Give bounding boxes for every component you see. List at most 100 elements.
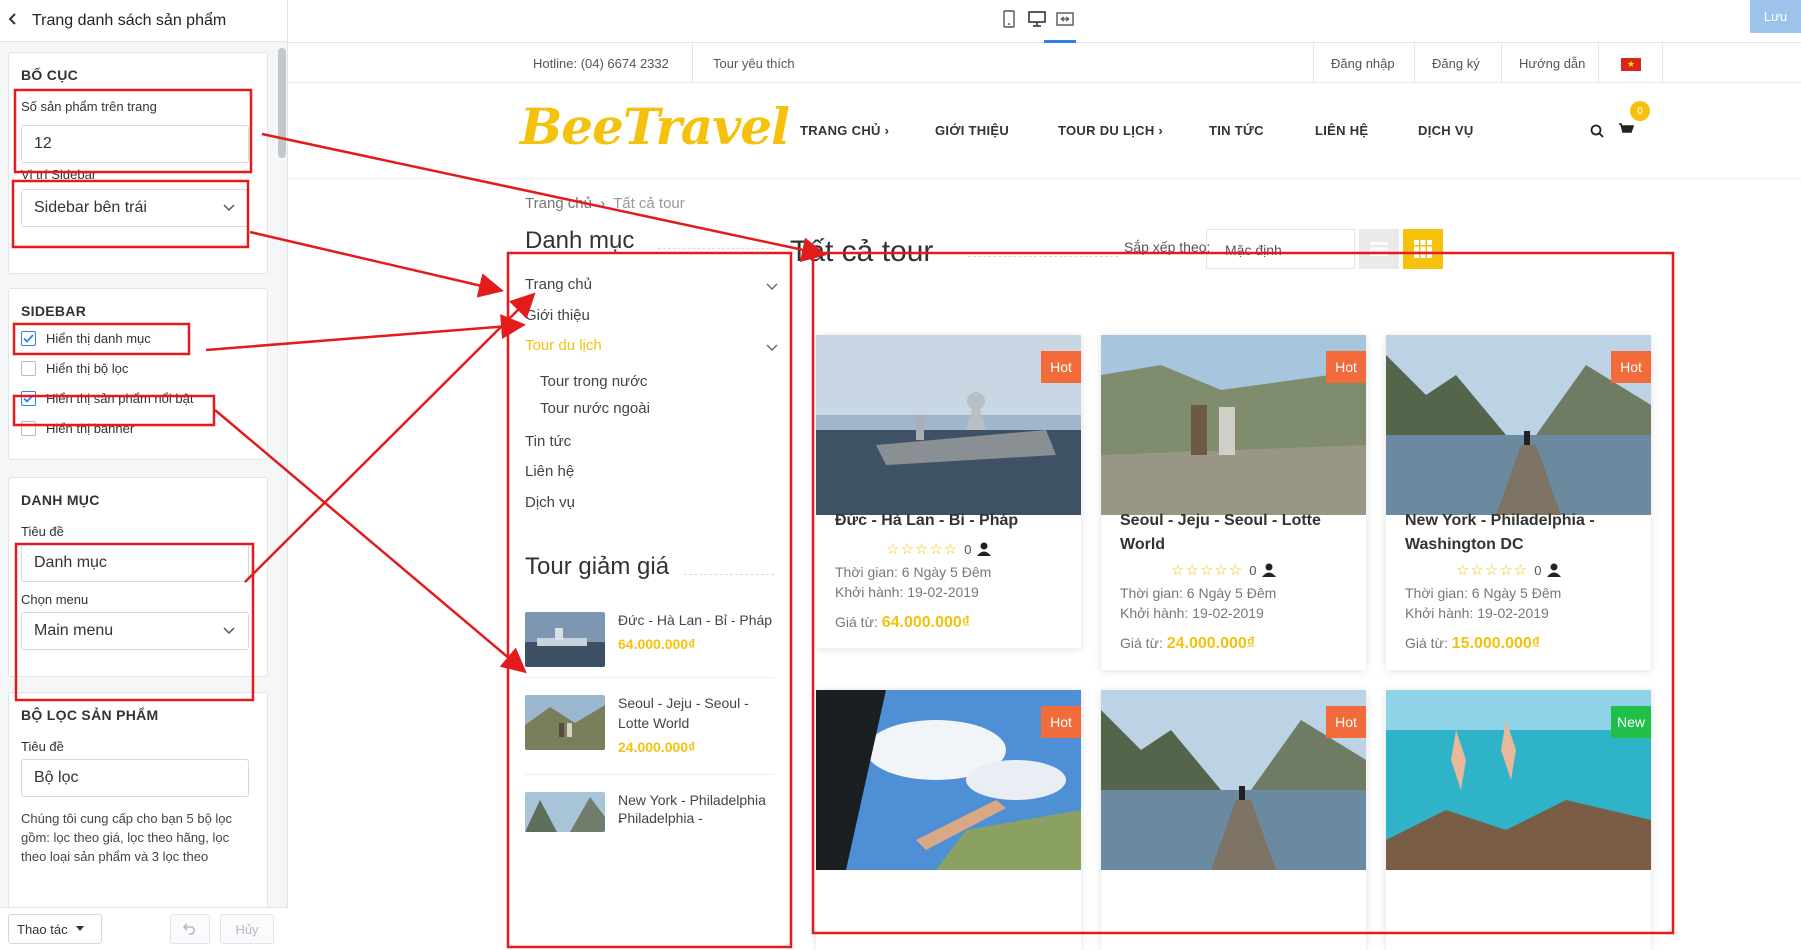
vietnam-flag-icon[interactable]: ★ xyxy=(1621,58,1641,71)
chevron-down-icon xyxy=(222,200,236,214)
departure-value: 19-02-2019 xyxy=(907,584,979,600)
fullscreen-icon[interactable] xyxy=(1054,8,1076,30)
layout-section-title: BỐ CỤC xyxy=(21,67,79,83)
undo-button[interactable] xyxy=(170,914,210,944)
sidebar-position-select[interactable]: Sidebar bên trái xyxy=(21,189,249,227)
divider xyxy=(1414,43,1415,83)
tour-card[interactable]: New xyxy=(1386,690,1651,950)
back-arrow-icon[interactable] xyxy=(6,10,32,31)
promo-price: 64.000.000₫ xyxy=(618,636,696,652)
tour-duration: Thời gian: 6 Ngày 5 Đêm xyxy=(835,564,991,580)
promo-title: Tour giảm giá xyxy=(525,553,670,580)
panel-scrollbar[interactable] xyxy=(278,48,286,158)
promo-price: 24.000.000₫ xyxy=(618,739,696,755)
show-featured-checkbox[interactable] xyxy=(21,391,36,406)
search-icon[interactable] xyxy=(1590,124,1604,138)
menu-item-tours[interactable]: Tour du lịch xyxy=(525,337,602,354)
tour-title[interactable]: Đức - Hà Lan - Bỉ - Pháp xyxy=(835,509,1065,533)
grid-view-button[interactable] xyxy=(1403,229,1443,269)
duration-label: Thời gian: xyxy=(835,564,898,580)
user-icon xyxy=(977,542,992,556)
show-banner-option[interactable]: Hiển thị banner xyxy=(21,421,134,436)
promo-thumbnail[interactable] xyxy=(525,792,605,832)
header-divider xyxy=(288,178,1801,179)
category-menu-select[interactable]: Main menu xyxy=(21,612,249,650)
duration-label: Thời gian: xyxy=(1405,585,1468,601)
mobile-icon[interactable] xyxy=(998,8,1020,30)
show-category-option[interactable]: Hiển thị danh mục xyxy=(21,331,151,346)
rating: ☆☆☆☆☆ 0 xyxy=(1171,562,1277,579)
login-link[interactable]: Đăng nhập xyxy=(1331,56,1395,71)
chevron-down-icon[interactable] xyxy=(766,344,778,352)
hot-badge: Hot xyxy=(1326,706,1366,738)
star-rating-icon: ☆☆☆☆☆ xyxy=(886,541,959,558)
hot-badge: Hot xyxy=(1326,351,1366,383)
nav-contact[interactable]: LIÊN HỆ xyxy=(1315,123,1368,138)
duration-label: Thời gian: xyxy=(1120,585,1183,601)
tour-departure: Khởi hành: 19-02-2019 xyxy=(835,584,979,600)
tour-price: Giá từ: 24.000.000₫ xyxy=(1120,635,1255,653)
show-filter-checkbox[interactable] xyxy=(21,361,36,376)
tour-title[interactable]: New York - Philadelphia - Washington DC xyxy=(1405,509,1635,557)
duration-value: 6 Ngày 5 Đêm xyxy=(1471,585,1562,601)
sidebar-section: SIDEBAR Hiển thị danh mục Hiển thị bộ lọ… xyxy=(8,288,268,460)
nav-services[interactable]: DỊCH VỤ xyxy=(1418,123,1474,138)
menu-item-contact[interactable]: Liên hệ xyxy=(525,463,574,480)
menu-item-international[interactable]: Tour nước ngoài xyxy=(540,400,650,417)
per-page-input[interactable]: 12 xyxy=(21,125,249,163)
site-topbar: Hotline: (04) 6674 2332 Tour yêu thích Đ… xyxy=(288,43,1801,83)
show-filter-option[interactable]: Hiển thị bộ lọc xyxy=(21,361,128,376)
show-banner-checkbox[interactable] xyxy=(21,421,36,436)
tour-title[interactable]: Seoul - Jeju - Seoul - Lotte World xyxy=(1120,509,1350,557)
promo-name[interactable]: Đức - Hà Lan - Bỉ - Pháp xyxy=(618,610,774,630)
show-category-checkbox[interactable] xyxy=(21,331,36,346)
category-menu-label: Chọn menu xyxy=(21,592,89,607)
desktop-icon[interactable] xyxy=(1026,8,1048,30)
editor-topbar: Lưu xyxy=(288,0,1801,43)
tour-card[interactable]: Hot Seoul - Jeju - Seoul - Lotte World ☆… xyxy=(1101,335,1366,670)
register-link[interactable]: Đăng ký xyxy=(1432,56,1480,71)
tour-card[interactable]: Hot xyxy=(1101,690,1366,950)
tour-duration: Thời gian: 6 Ngày 5 Đêm xyxy=(1405,585,1561,601)
category-heading-label: Tiêu đề xyxy=(21,524,64,539)
sidebar-position-value: Sidebar bên trái xyxy=(34,199,147,216)
menu-item-home[interactable]: Trang chủ xyxy=(525,276,592,293)
category-heading-input[interactable]: Danh mục xyxy=(21,544,249,582)
tour-card[interactable]: Hot New York - Philadelphia - Washington… xyxy=(1386,335,1651,670)
panel-scroll-area: BỐ CỤC Số sản phẩm trên trang 12 Vị trí … xyxy=(0,42,288,907)
filter-help-text: Chúng tôi cung cấp cho bạn 5 bộ lọc gồm:… xyxy=(21,811,233,864)
divider xyxy=(692,43,693,83)
menu-item-domestic[interactable]: Tour trong nước xyxy=(540,373,647,390)
promo-name-cont: Philadelphia - xyxy=(618,810,703,826)
nav-tours[interactable]: TOUR DU LỊCH › xyxy=(1058,123,1163,138)
promo-name[interactable]: Seoul - Jeju - Seoul - Lotte World xyxy=(618,693,774,733)
promo-thumbnail[interactable] xyxy=(525,612,605,667)
show-category-label: Hiển thị danh mục xyxy=(46,331,151,346)
sort-select[interactable]: Mặc định xyxy=(1206,229,1355,269)
cancel-button[interactable]: Hủy xyxy=(220,914,274,944)
tour-price: Giá từ: 15.000.000₫ xyxy=(1405,635,1540,653)
site-logo[interactable]: BeeTravel xyxy=(520,97,790,156)
guide-link[interactable]: Hướng dẫn xyxy=(1519,56,1585,71)
departure-label: Khởi hành: xyxy=(1405,605,1474,621)
menu-item-about[interactable]: Giới thiệu xyxy=(525,307,590,324)
save-button[interactable]: Lưu xyxy=(1750,0,1801,33)
filter-heading-label: Tiêu đề xyxy=(21,739,64,754)
chevron-down-icon[interactable] xyxy=(766,283,778,291)
breadcrumb-home[interactable]: Trang chủ xyxy=(525,195,592,212)
tour-card[interactable]: Hot Đức - Hà Lan - Bỉ - Pháp ☆☆☆☆☆ 0 Thờ… xyxy=(816,335,1081,648)
list-view-button[interactable] xyxy=(1359,229,1399,269)
tour-card[interactable]: Hot xyxy=(816,690,1081,950)
action-dropdown[interactable]: Thao tác xyxy=(8,914,102,944)
show-featured-option[interactable]: Hiển thị sản phẩm nổi bật xyxy=(21,391,193,406)
promo-thumbnail[interactable] xyxy=(525,695,605,750)
cart-icon[interactable] xyxy=(1618,123,1634,137)
menu-item-news[interactable]: Tin tức xyxy=(525,433,571,450)
chevron-down-icon xyxy=(222,623,236,637)
nav-about[interactable]: GIỚI THIỆU xyxy=(935,123,1009,138)
favorite-tours-link[interactable]: Tour yêu thích xyxy=(713,56,795,71)
filter-heading-input[interactable]: Bộ lọc xyxy=(21,759,249,797)
nav-news[interactable]: TIN TỨC xyxy=(1209,123,1264,138)
nav-home[interactable]: TRANG CHỦ › xyxy=(800,123,889,138)
menu-item-services[interactable]: Dịch vụ xyxy=(525,494,575,511)
